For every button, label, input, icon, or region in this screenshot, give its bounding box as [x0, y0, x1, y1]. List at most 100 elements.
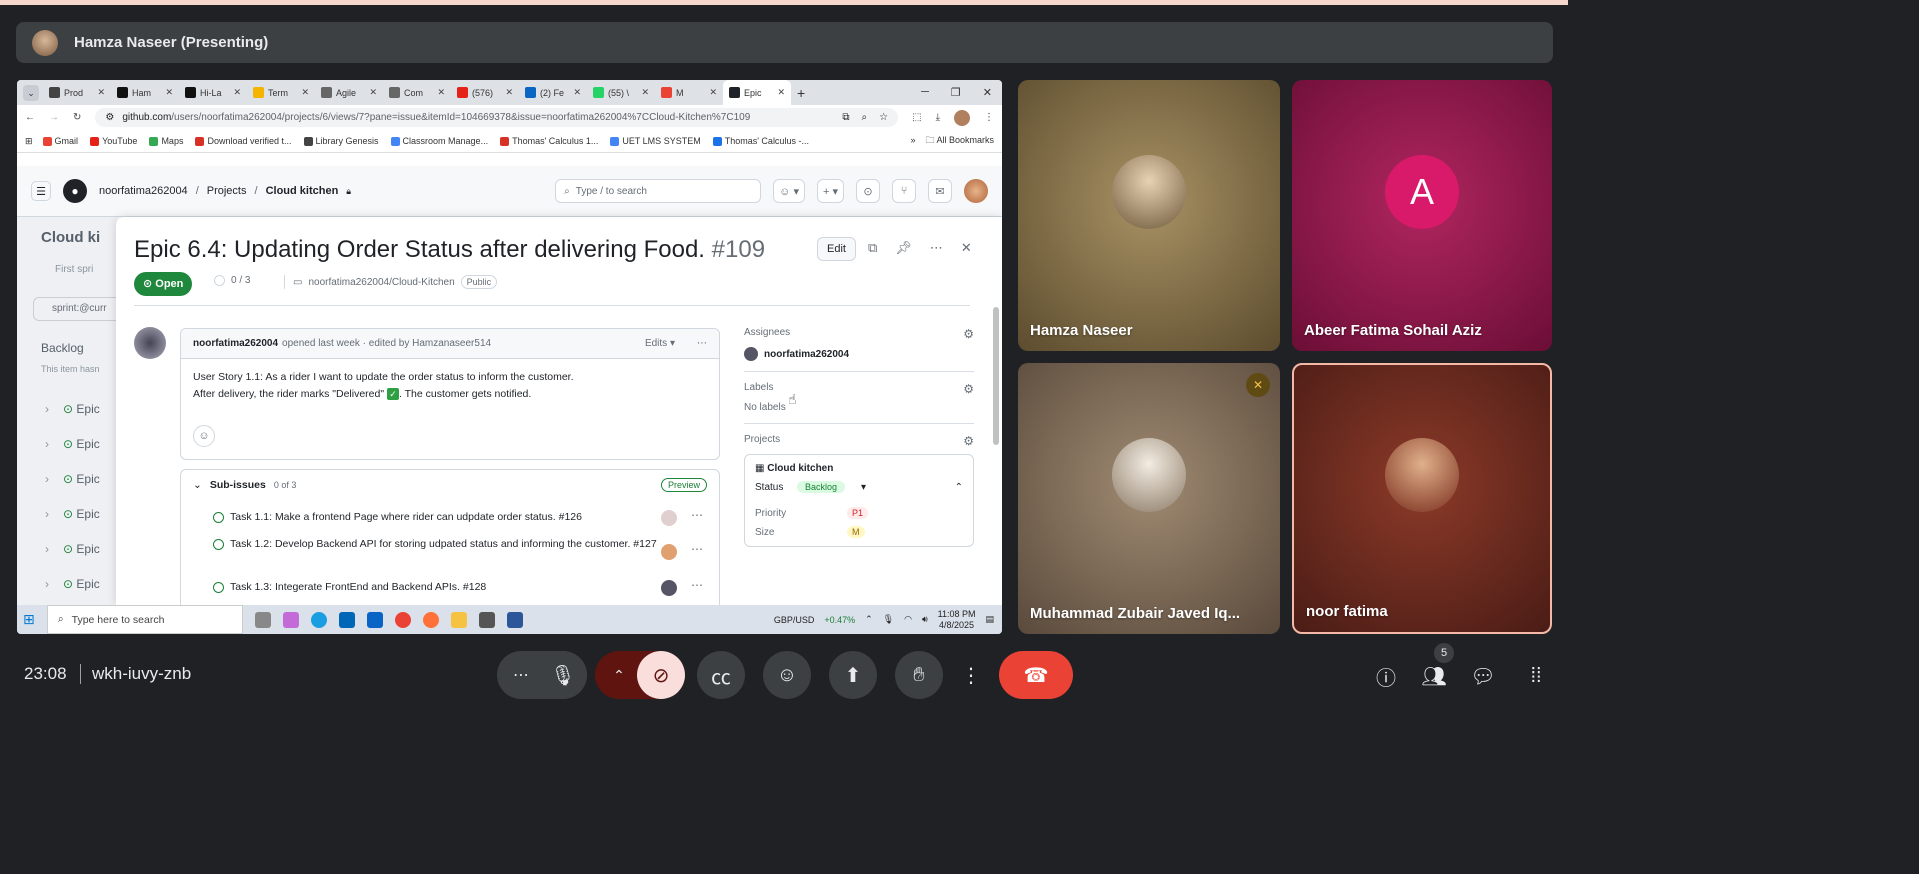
task-assignee-avatar[interactable] — [661, 580, 677, 596]
breadcrumb-owner[interactable]: noorfatima262004 — [99, 185, 188, 197]
assignee-avatar[interactable] — [744, 347, 758, 361]
back-icon[interactable]: ← — [25, 112, 35, 123]
pull-requests-icon[interactable]: ⑂ — [892, 179, 916, 203]
bg-board-row[interactable]: › ⊙ Epic — [45, 577, 100, 591]
close-tab-icon[interactable]: ✕ — [437, 87, 445, 98]
breadcrumb-project[interactable]: Cloud kitchen — [266, 185, 339, 197]
task-assignee-avatar[interactable] — [661, 510, 677, 526]
address-bar[interactable]: ⚙ github.com/users/noorfatima262004/proj… — [95, 108, 899, 127]
status-dropdown-icon[interactable]: ▾ — [861, 482, 866, 493]
github-search[interactable]: ⌕ Type / to search — [555, 179, 762, 203]
sub-issue-1[interactable]: Task 1.1: Make a frontend Page where rid… — [213, 510, 673, 525]
priority-value[interactable]: P1 — [847, 507, 869, 519]
bookmark-item[interactable]: Library Genesis — [303, 136, 379, 146]
create-new-button[interactable]: + ▾ — [816, 179, 844, 203]
close-tab-icon[interactable]: ✕ — [165, 87, 173, 98]
browser-tab[interactable]: Epic ✕ — [723, 80, 791, 105]
minimize-icon[interactable]: ─ — [921, 86, 929, 99]
camera-off-button[interactable]: ⊘ — [637, 651, 685, 699]
collapse-up-icon[interactable]: ⌃ — [955, 482, 963, 493]
bookmark-item[interactable]: Classroom Manage... — [390, 136, 488, 146]
task-view-icon[interactable] — [254, 611, 271, 628]
assignee-name[interactable]: noorfatima262004 — [764, 349, 849, 360]
browser-tab[interactable]: Hi-La ✕ — [179, 80, 247, 105]
bookmark-item[interactable]: Maps — [149, 136, 183, 146]
bg-board-row[interactable]: › ⊙ Epic — [45, 402, 100, 416]
size-value[interactable]: M — [847, 526, 865, 538]
pin-icon[interactable]: 📌︎ — [895, 240, 912, 256]
comment-more-icon[interactable]: ⋯ — [697, 338, 707, 349]
browser-tab[interactable]: Com ✕ — [383, 80, 451, 105]
forward-icon[interactable]: → — [49, 112, 59, 123]
menu-kebab-icon[interactable]: ⋮ — [984, 112, 994, 123]
close-tab-icon[interactable]: ✕ — [777, 87, 785, 98]
edits-dropdown[interactable]: Edits ▾ — [645, 338, 675, 349]
profile-avatar[interactable] — [954, 109, 970, 126]
chrome-icon[interactable] — [394, 611, 411, 628]
task-more-icon[interactable]: ⋯ — [691, 508, 703, 522]
task-assignee-avatar[interactable] — [661, 544, 677, 560]
ticker-label[interactable]: GBP/USD — [774, 615, 815, 625]
zoom-icon[interactable]: ⌕ — [862, 112, 868, 123]
store-icon[interactable] — [338, 611, 355, 628]
browser-tab[interactable]: Prod ✕ — [43, 80, 111, 105]
hamburger-icon[interactable]: ☰ — [31, 181, 51, 201]
site-info-icon[interactable]: ⚙ — [105, 112, 114, 123]
close-tab-icon[interactable]: ✕ — [573, 87, 581, 98]
taskbar-clock[interactable]: 11:08 PM 4/8/2025 — [938, 609, 976, 631]
modal-scrollbar[interactable] — [993, 307, 999, 445]
reload-icon[interactable]: ↻ — [73, 112, 81, 123]
bg-filter-input[interactable]: sprint:@curr — [33, 297, 123, 321]
close-tab-icon[interactable]: ✕ — [641, 87, 649, 98]
close-icon[interactable]: ✕ — [961, 240, 972, 256]
close-tab-icon[interactable]: ✕ — [369, 87, 377, 98]
meeting-info-icon[interactable]: ⓘ — [1372, 662, 1400, 690]
sub-issue-2[interactable]: Task 1.2: Develop Backend API for storin… — [213, 537, 673, 552]
browser-tab[interactable]: Ham ✕ — [111, 80, 179, 105]
status-value[interactable]: Backlog — [797, 481, 846, 493]
sub-issue-3[interactable]: Task 1.3: Integerate FrontEnd and Backen… — [213, 580, 673, 595]
bookmark-item[interactable]: YouTube — [90, 136, 137, 146]
firefox-icon[interactable] — [422, 611, 439, 628]
bg-sprint-tab[interactable]: First spri — [55, 264, 93, 275]
author-avatar[interactable] — [134, 327, 166, 359]
explorer-icon[interactable] — [450, 611, 467, 628]
close-window-icon[interactable]: ✕ — [983, 86, 992, 99]
captions-button[interactable]: ㏄ — [697, 651, 745, 699]
task-more-icon[interactable]: ⋯ — [691, 578, 703, 592]
browser-tab[interactable]: (2) Fe ✕ — [519, 80, 587, 105]
edit-button[interactable]: Edit — [817, 237, 856, 261]
reactions-button[interactable]: ☺ — [763, 651, 811, 699]
bookmark-item[interactable]: Thomas' Calculus 1... — [500, 136, 598, 146]
people-icon[interactable]: 👥︎ — [1420, 662, 1448, 690]
project-card-name[interactable]: ▦ Cloud kitchen — [755, 463, 963, 474]
close-tab-icon[interactable]: ✕ — [709, 87, 717, 98]
inbox-icon[interactable]: ✉ — [928, 179, 952, 203]
apps-grid-icon[interactable]: ⊞ — [25, 136, 33, 147]
browser-tab[interactable]: (576) ✕ — [451, 80, 519, 105]
present-button[interactable]: ⬆ — [829, 651, 877, 699]
cast-icon[interactable]: ⧉ — [842, 112, 849, 123]
close-tab-icon[interactable]: ✕ — [233, 87, 241, 98]
settings-icon[interactable] — [478, 611, 495, 628]
more-options-button[interactable]: ⋮ — [955, 651, 987, 699]
collapse-chevron-icon[interactable]: ⌄ — [193, 479, 202, 491]
bookmark-item[interactable]: Gmail — [42, 136, 78, 146]
new-tab-icon[interactable]: + — [797, 85, 805, 101]
bookmark-item[interactable]: Download verified t... — [195, 136, 292, 146]
bg-board-row[interactable]: › ⊙ Epic — [45, 437, 100, 451]
video-options-icon[interactable]: ⌃ — [595, 651, 643, 699]
copilot-button[interactable]: ☺ ▾ — [773, 179, 805, 203]
user-avatar[interactable] — [964, 179, 988, 203]
add-reaction-icon[interactable]: ☺ — [193, 425, 215, 447]
issues-icon[interactable]: ⊙ — [856, 179, 880, 203]
mic-tray-icon[interactable]: 🎙︎ — [883, 614, 894, 625]
bg-board-row[interactable]: › ⊙ Epic — [45, 542, 100, 556]
bg-board-row[interactable]: › ⊙ Epic — [45, 507, 100, 521]
participant-tile-active[interactable]: noor fatima — [1292, 363, 1552, 634]
mail-icon[interactable] — [366, 611, 383, 628]
volume-icon[interactable]: 🔊︎ — [922, 614, 928, 625]
author-name[interactable]: noorfatima262004 — [193, 338, 278, 349]
leave-call-button[interactable]: ☎ — [999, 651, 1073, 699]
edge-icon[interactable] — [310, 611, 327, 628]
